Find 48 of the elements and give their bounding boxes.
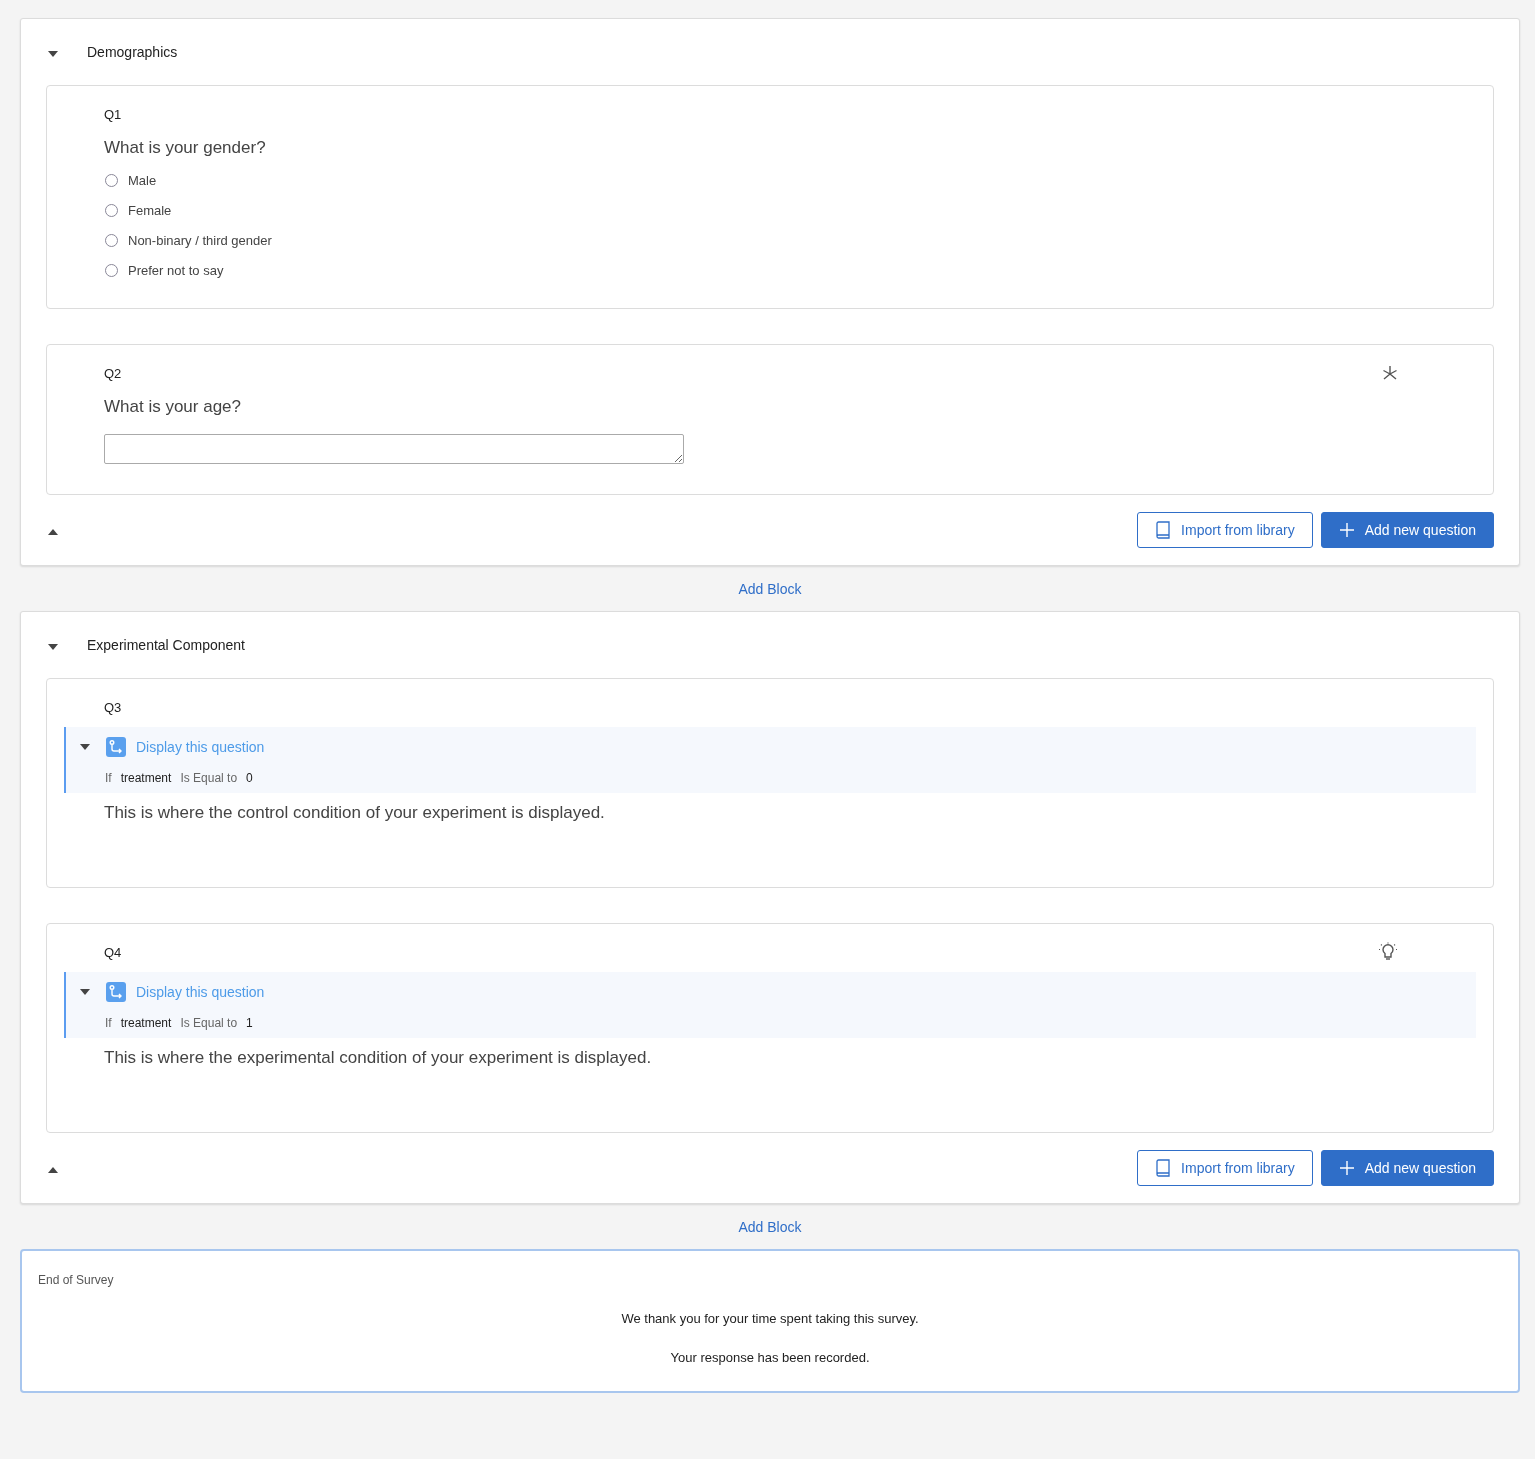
add-block-link[interactable]: Add Block <box>738 580 802 597</box>
option-label: Male <box>128 172 157 188</box>
condition-field: treatment <box>120 1016 172 1030</box>
condition-operator: Is Equal to <box>180 771 238 785</box>
answer-field[interactable] <box>104 434 684 464</box>
end-message: We thank you for your time spent taking this survey. <box>620 1311 920 1326</box>
plus-icon <box>1338 1160 1355 1176</box>
question-number: Q3 <box>104 699 122 715</box>
import-from-library-button[interactable]: Import from library <box>1137 1150 1313 1186</box>
caret-icon[interactable] <box>48 644 58 650</box>
end-of-survey-label: End of Survey <box>38 1273 115 1287</box>
question-text: What is your age? <box>103 397 242 417</box>
import-from-library-button[interactable]: Import from library <box>1137 512 1313 548</box>
option-label: Female <box>128 202 172 218</box>
question-number: Q2 <box>104 365 122 381</box>
add-block-link[interactable]: Add Block <box>738 1218 802 1235</box>
block-title: Demographics <box>87 44 178 60</box>
condition-value: 0 <box>246 771 253 785</box>
caret-icon[interactable] <box>80 744 90 750</box>
plus-icon <box>1338 522 1355 538</box>
question-number: Q4 <box>104 944 122 960</box>
lightbulb-icon[interactable] <box>1378 942 1398 962</box>
branch-icon <box>106 982 126 1002</box>
option-label: Non-binary / third gender <box>128 232 272 248</box>
question-text: This is where the control condition of your experiment is displayed. <box>103 803 606 823</box>
block-title: Experimental Component <box>87 637 245 653</box>
collapse-caret-icon[interactable] <box>48 529 58 535</box>
condition-keyword: If <box>105 771 112 785</box>
add-new-question-button[interactable]: Add new question <box>1320 512 1494 548</box>
logic-title[interactable]: Display this question <box>136 984 265 1000</box>
condition-value: 1 <box>246 1016 253 1030</box>
branch-icon <box>106 737 126 757</box>
question-number: Q1 <box>104 106 122 122</box>
caret-icon[interactable] <box>48 51 58 57</box>
book-icon <box>1155 1159 1172 1177</box>
book-icon <box>1155 521 1172 539</box>
question-text: What is your gender? <box>103 138 267 158</box>
option-label: Prefer not to say <box>128 262 224 278</box>
condition-keyword: If <box>105 1016 112 1030</box>
condition-field: treatment <box>120 771 172 785</box>
collapse-caret-icon[interactable] <box>48 1167 58 1173</box>
condition-operator: Is Equal to <box>180 1016 238 1030</box>
question-text: This is where the experimental condition of your experiment is displayed. <box>103 1048 653 1068</box>
asterisk-icon[interactable] <box>1382 365 1398 381</box>
logic-title[interactable]: Display this question <box>136 739 265 755</box>
add-new-question-button[interactable]: Add new question <box>1320 1150 1494 1186</box>
end-message: Your response has been recorded. <box>669 1350 871 1365</box>
caret-icon[interactable] <box>80 989 90 995</box>
